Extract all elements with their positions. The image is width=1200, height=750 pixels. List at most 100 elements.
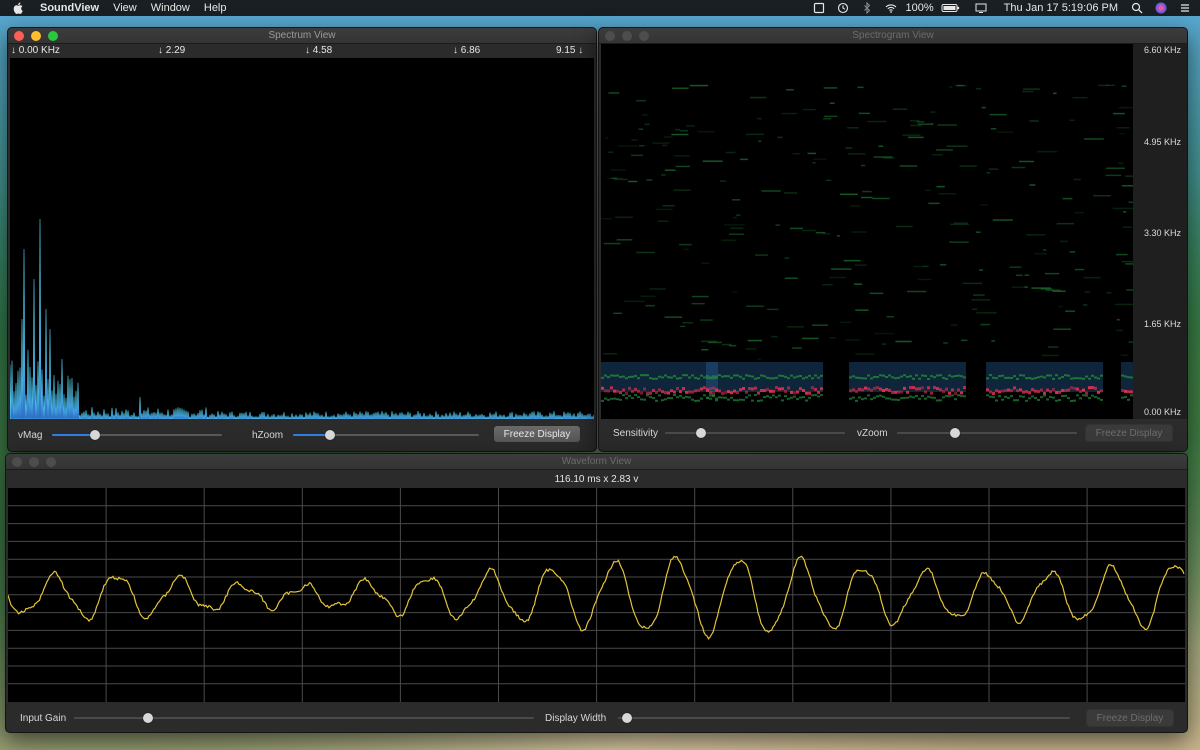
spectrogram-cell [706,388,709,392]
spectrogram-cell [706,396,709,399]
spectrogram-cell [814,362,817,392]
spectrogram-cell [957,394,960,397]
wifi-icon[interactable] [882,0,900,16]
spectrogram-cell [1011,166,1026,169]
time-machine-icon[interactable] [834,0,852,16]
spectrogram-plot[interactable] [601,44,1133,419]
spectrogram-cell [622,394,625,397]
minimize-icon[interactable] [31,31,41,41]
input-gain-label: Input Gain [20,713,67,724]
menubar-clock[interactable]: Thu Jan 17 5:19:06 PM [1004,0,1118,16]
minimize-icon[interactable] [622,31,632,41]
slider-knob[interactable] [949,428,960,438]
bluetooth-icon[interactable] [858,0,876,16]
minimize-icon[interactable] [29,457,39,467]
spectrogram-cell [960,375,963,378]
spectrogram-cell [625,362,628,392]
slider-knob[interactable] [325,430,336,440]
spectrogram-cell [729,233,745,235]
apple-menu-icon[interactable] [10,0,26,16]
spectrogram-cell [645,304,655,307]
hzoom-slider[interactable] [293,429,479,441]
spectrogram-cell [858,112,871,115]
spectrogram-cell [867,394,870,397]
spectrogram-cell [1053,92,1057,95]
spectrogram-cell [1049,374,1052,377]
spectrogram-cell [694,399,697,402]
spectrogram-cell [733,374,736,377]
spectrogram-cell [1124,375,1127,378]
spectrogram-cell [672,87,689,90]
vmag-slider[interactable] [52,429,222,441]
spectrogram-cell [1094,386,1097,390]
spectrogram-cell [1026,234,1046,236]
spectrogram-cell [990,128,997,130]
close-icon[interactable] [14,31,24,41]
user-icon[interactable] [1152,0,1170,16]
spectrum-plot[interactable] [10,58,594,419]
battery-icon[interactable] [940,0,962,16]
spectrogram-cell [652,388,655,392]
spectrogram-cell [954,375,957,378]
spectrogram-cell [676,386,679,390]
spectrogram-cell [1073,386,1076,390]
spectrogram-cell [1076,387,1079,391]
screen-record-icon[interactable] [810,0,828,16]
freq-label: 4.95 KHz [1143,137,1181,147]
slider-knob[interactable] [89,430,100,440]
view-menu[interactable]: View [113,0,137,16]
freeze-display-button[interactable]: Freeze Display [1085,424,1173,442]
spectrogram-cell [610,397,613,400]
spectrogram-cell [802,362,805,392]
sensitivity-slider[interactable] [665,427,845,439]
spectrogram-cell [727,398,730,401]
spectrogram-cell [1082,362,1085,392]
spectrogram-cell [1079,377,1082,380]
spectrogram-cell [1049,396,1052,399]
display-icon[interactable] [972,0,990,16]
app-menu[interactable]: SoundView [40,0,99,16]
help-menu[interactable]: Help [204,0,227,16]
spectrum-titlebar[interactable]: Spectrum View [8,28,596,44]
window-title: Spectrum View [268,30,336,41]
freeze-display-button[interactable]: Freeze Display [493,425,581,443]
maximize-icon[interactable] [46,457,56,467]
spectrogram-cell [861,377,864,380]
spectrogram-cell [918,397,921,400]
freeze-display-button[interactable]: Freeze Display [1086,709,1174,727]
spectrogram-cell [882,362,885,392]
spectrogram-cell [712,377,715,380]
spectrogram-titlebar[interactable]: Spectrogram View [599,28,1187,44]
spectrogram-cell [1100,362,1103,392]
maximize-icon[interactable] [48,31,58,41]
input-gain-slider[interactable] [74,712,534,724]
spectrogram-cell [879,362,882,392]
spectrogram-cell [888,388,891,392]
maximize-icon[interactable] [639,31,649,41]
spectrogram-cell [854,264,867,266]
list-icon[interactable] [1176,0,1194,16]
slider-knob[interactable] [142,713,153,723]
spectrogram-cell [988,168,999,170]
search-icon[interactable] [1128,0,1146,16]
spectrogram-cell [787,397,790,400]
window-menu[interactable]: Window [151,0,190,16]
spectrogram-cell [691,302,705,305]
spectrogram-cell [976,312,997,314]
waveform-plot[interactable] [8,488,1185,702]
spectrogram-cell [1045,289,1061,291]
spectrogram-cell [631,397,634,400]
spectrogram-cell [1055,390,1058,394]
waveform-titlebar[interactable]: Waveform View [6,454,1187,470]
vzoom-slider[interactable] [897,427,1077,439]
spectrogram-cell [1100,389,1103,393]
spectrogram-cell [660,174,666,176]
spectrogram-cell [1083,304,1088,306]
close-icon[interactable] [12,457,22,467]
slider-knob[interactable] [622,713,633,723]
close-icon[interactable] [605,31,615,41]
spectrogram-cell [951,388,954,392]
spectrogram-cell [1025,399,1028,402]
slider-knob[interactable] [696,428,706,438]
display-width-slider[interactable] [618,712,1070,724]
